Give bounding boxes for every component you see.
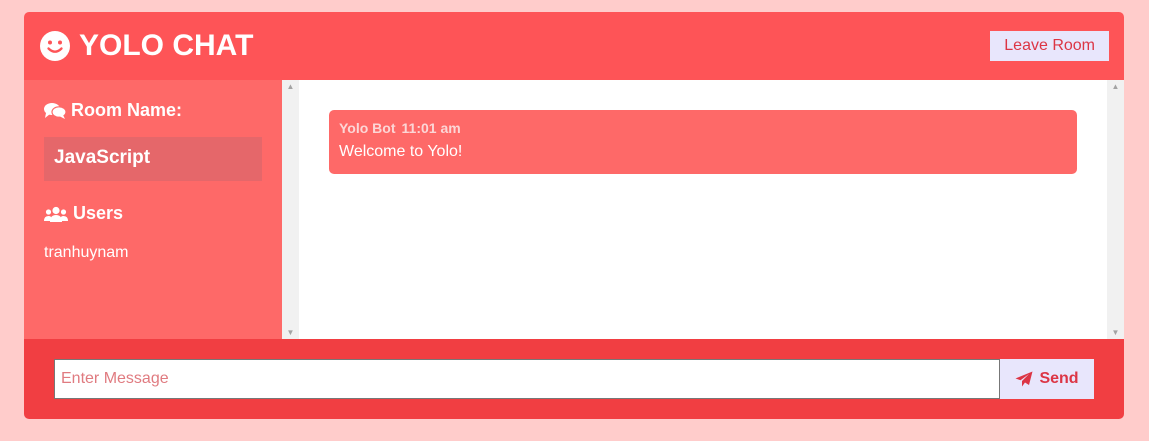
- messages-scrollbar[interactable]: ▲ ▼: [1107, 80, 1124, 339]
- chat-sidebar: Room Name: JavaScript Users tranhuynam: [24, 80, 282, 339]
- app-title: YOLO CHAT: [79, 29, 254, 62]
- users-icon: [44, 206, 68, 222]
- message-text: Welcome to Yolo!: [339, 143, 463, 160]
- room-name-value: JavaScript: [44, 137, 262, 181]
- sidebar-scrollbar[interactable]: ▲ ▼: [282, 80, 299, 339]
- scroll-up-arrow-icon[interactable]: ▲: [1107, 82, 1124, 91]
- smile-icon: [40, 31, 70, 61]
- chat-main: Room Name: JavaScript Users tranhuynam ▲: [24, 80, 1124, 339]
- message-time: 11:01 am: [401, 120, 461, 136]
- comments-icon: [44, 102, 66, 119]
- user-item: tranhuynam: [44, 244, 129, 261]
- chat-form-container: Send: [24, 339, 1124, 419]
- paper-plane-icon: [1015, 371, 1033, 387]
- send-button[interactable]: Send: [1000, 359, 1094, 399]
- message-input[interactable]: [54, 359, 1000, 399]
- leave-room-button[interactable]: Leave Room: [990, 31, 1109, 61]
- message-meta: Yolo Bot 11:01 am: [339, 120, 1067, 136]
- chat-header: YOLO CHAT Leave Room: [24, 12, 1124, 80]
- message: Yolo Bot 11:01 am Welcome to Yolo!: [329, 110, 1077, 174]
- app-logo: YOLO CHAT: [39, 29, 253, 63]
- room-name-label: Room Name:: [71, 100, 183, 120]
- scroll-down-arrow-icon[interactable]: ▼: [1107, 328, 1124, 337]
- users-heading: Users: [44, 203, 262, 224]
- scroll-down-arrow-icon[interactable]: ▼: [282, 328, 299, 337]
- chat-messages: Yolo Bot 11:01 am Welcome to Yolo!: [299, 80, 1107, 339]
- user-list: tranhuynam: [44, 244, 262, 262]
- scroll-up-arrow-icon[interactable]: ▲: [282, 82, 299, 91]
- chat-container: YOLO CHAT Leave Room Room Name: JavaScri…: [24, 12, 1124, 419]
- send-label: Send: [1039, 370, 1079, 387]
- users-label: Users: [73, 203, 124, 223]
- message-author: Yolo Bot: [339, 120, 396, 136]
- room-name-heading: Room Name:: [44, 100, 262, 121]
